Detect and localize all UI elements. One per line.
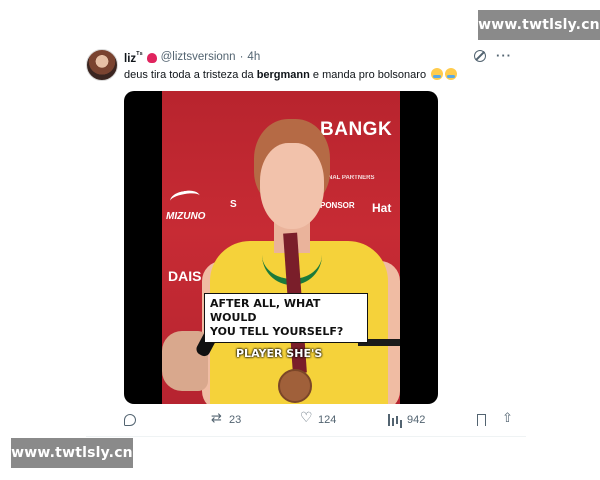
avatar[interactable] <box>86 49 118 81</box>
divider <box>86 436 526 437</box>
flame-emoji-icon <box>146 53 157 64</box>
sponsor-text: Hat <box>372 201 392 215</box>
bookmark-button[interactable] <box>477 414 486 426</box>
share-icon <box>502 411 514 426</box>
tweet-top-icons: ··· <box>474 48 512 63</box>
sponsor-text: S <box>230 199 237 210</box>
timestamp[interactable]: 4h <box>247 51 260 63</box>
video-caption: AFTER ALL, WHAT WOULD YOU TELL YOURSELF? <box>204 293 368 343</box>
retweet-icon <box>211 411 224 426</box>
tweet[interactable]: lizᵀˢ @liztsversionn · 4h ··· deus tira … <box>86 46 526 437</box>
video-player[interactable]: BANGK NAL PARTNERS MIZUNO S PONSOR Hat D… <box>124 91 438 404</box>
tweet-actions: 23 124 942 <box>124 410 514 430</box>
sponsor-text: PONSOR <box>320 201 355 210</box>
bookmark-icon <box>477 414 486 426</box>
retweet-button[interactable]: 23 <box>211 411 242 426</box>
view-count: 942 <box>407 414 426 426</box>
sponsor-text: NAL PARTNERS <box>328 175 375 181</box>
sponsor-text: DAIS <box>168 268 202 284</box>
watermark-top: www.twtlsly.cn <box>478 10 600 40</box>
display-name[interactable]: lizᵀˢ <box>124 50 143 65</box>
heart-icon <box>300 410 313 426</box>
views-button[interactable]: 942 <box>388 414 425 426</box>
handle[interactable]: @liztsversionn <box>161 51 236 63</box>
player-face <box>260 143 324 229</box>
more-options-icon[interactable]: ··· <box>496 48 512 63</box>
separator-dot: · <box>239 51 244 64</box>
tweet-header: lizᵀˢ @liztsversionn · 4h <box>124 50 260 65</box>
crying-emoji-icon <box>431 68 444 80</box>
watermark-bottom: www.twtlsly.cn <box>11 438 133 468</box>
video-frame[interactable]: BANGK NAL PARTNERS MIZUNO S PONSOR Hat D… <box>162 91 400 404</box>
like-button[interactable]: 124 <box>300 410 337 426</box>
crying-emoji-icon <box>445 68 458 80</box>
tweet-text: deus tira toda a tristeza da bergmann e … <box>124 68 458 81</box>
grok-icon[interactable] <box>474 49 486 62</box>
like-count: 124 <box>318 414 337 426</box>
reply-icon <box>124 414 136 426</box>
retweet-count: 23 <box>229 414 242 426</box>
video-subtitle: PLAYER SHE'S <box>236 347 323 360</box>
medal <box>278 369 312 403</box>
reply-button[interactable] <box>124 414 141 426</box>
mizuno-logo-icon <box>168 188 202 209</box>
sponsor-text: BANGK <box>320 119 393 140</box>
bar-chart-icon <box>388 414 402 426</box>
share-button[interactable] <box>502 411 514 426</box>
sponsor-text: MIZUNO <box>166 211 206 222</box>
